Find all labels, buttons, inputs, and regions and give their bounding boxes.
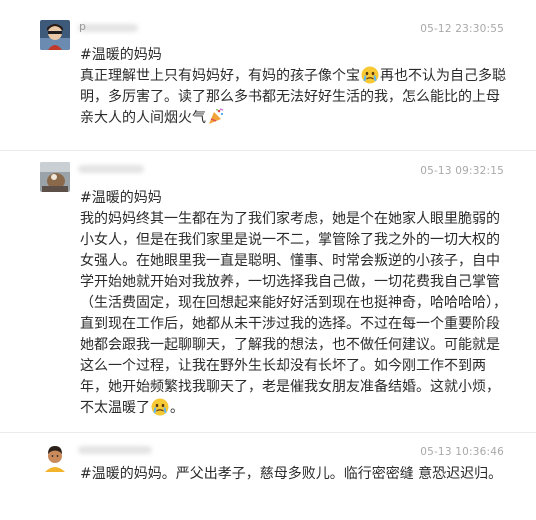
comment-body: #温暖的妈妈 真正理解世上只有妈妈好，有妈的孩子像个宝 再也不认为自己多聪明，多厉… [80,45,510,129]
comment-timestamp: 05-13 10:36:46 [420,446,504,458]
comment-hashtag[interactable]: #温暖的妈妈 [80,45,510,66]
comment-timestamp: 05-12 23:30:55 [420,23,504,35]
user-avatar[interactable] [40,442,70,472]
username-blurred[interactable] [78,165,144,173]
comment-item: p 05-12 23:30:55 #温暖的妈妈 真正理解世上只有妈妈好，有妈的孩… [0,0,536,150]
comment-body: #温暖的妈妈 我的妈妈终其一生都在为了我们家考虑，她是个在她家人眼里脆弱的小女人… [80,188,510,419]
user-avatar[interactable] [40,162,70,192]
username-fragment: p [79,20,86,33]
comment-item: 05-13 10:36:46 #温暖的妈妈。严父出孝子，慈母多败儿。临行密密缝 … [0,433,536,520]
party-popper-emoji [207,108,225,126]
user-avatar[interactable] [40,20,70,50]
username-blurred[interactable] [78,24,138,32]
comment-hashtag[interactable]: #温暖的妈妈 [80,188,510,209]
crying-face-emoji [361,66,379,84]
comment-text-part: 真正理解世上只有妈妈好，有妈的孩子像个宝 [80,68,360,84]
comment-hashtag[interactable]: #温暖的妈妈。 [80,466,176,482]
comment-body: #温暖的妈妈。严父出孝子，慈母多败儿。临行密密缝 意恐迟迟归。 [80,464,510,485]
comment-text-part: 。 [170,400,184,416]
comment-item: 05-13 09:32:15 #温暖的妈妈 我的妈妈终其一生都在为了我们家考虑，… [0,151,536,431]
comment-feed: p 05-12 23:30:55 #温暖的妈妈 真正理解世上只有妈妈好，有妈的孩… [0,0,536,520]
username-blurred[interactable] [78,446,152,454]
comment-text-part: 我的妈妈终其一生都在为了我们家考虑，她是个在她家人眼里脆弱的小女人，但是在我们家… [80,211,507,416]
comment-text-part: 严父出孝子，慈母多败儿。临行密密缝 意恐迟迟归。 [175,466,503,482]
comment-timestamp: 05-13 09:32:15 [420,165,504,177]
crying-face-emoji [151,398,169,416]
